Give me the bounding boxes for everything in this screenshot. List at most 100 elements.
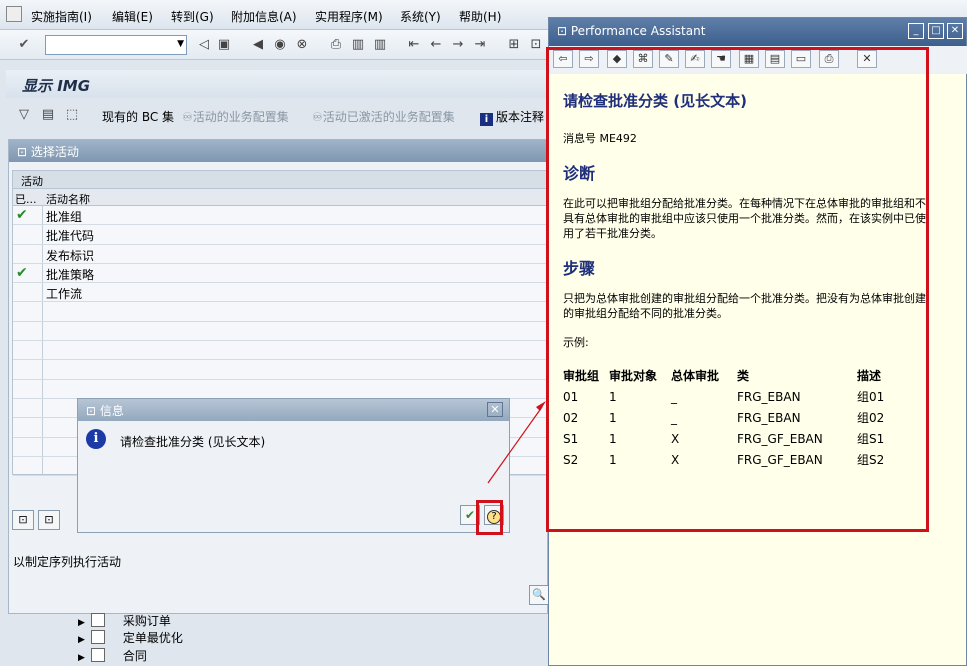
table-row[interactable]: ✔ 批准组 — [13, 206, 551, 226]
check-icon: ✔ — [16, 264, 28, 281]
tree-label: 定单最优化 — [122, 631, 183, 645]
expand-icon[interactable]: ▶ — [78, 635, 85, 645]
tree-label: 采购订单 — [122, 614, 171, 628]
menu-extras[interactable]: 附加信息(A) — [231, 8, 297, 25]
tree-item[interactable]: ▶ 采购订单 — [78, 612, 171, 629]
done-cell — [13, 398, 43, 418]
enter-icon[interactable]: ✔ — [16, 37, 32, 53]
menu-system[interactable]: 系统(Y) — [400, 8, 441, 25]
sap-system-icon[interactable] — [6, 6, 22, 22]
tree-item[interactable]: ▶ 定单最优化 — [78, 629, 183, 646]
done-cell — [13, 321, 43, 341]
info-icon: i — [480, 113, 493, 126]
highlight-box-help — [476, 500, 503, 535]
table-header: 已... 活动名称 — [13, 189, 551, 206]
print-icon[interactable]: ⎙ — [328, 37, 344, 53]
dialog-title: ⊡ 信息 — [78, 399, 509, 421]
first-page-icon[interactable]: ⇤ — [406, 37, 422, 53]
activity-name[interactable]: 批准策略 — [46, 266, 94, 283]
prev-page-icon[interactable]: ← — [428, 37, 444, 53]
application-toolbar: ▽ ▤ ⬚ 现有的 BC 集 ♾活动的业务配置集 ♾活动已激活的业务配置集 i版… — [6, 100, 546, 130]
export-icon[interactable]: ⬚ — [64, 107, 80, 123]
last-page-icon[interactable]: ⇥ — [472, 37, 488, 53]
expand-icon[interactable]: ▶ — [78, 653, 85, 663]
pa-title-bar: ⊡ Performance Assistant _ □ ✕ — [549, 18, 966, 46]
expand-icon[interactable]: ▶ — [78, 618, 85, 628]
new-session-icon[interactable]: ⊞ — [506, 37, 522, 53]
page-title: 显示 IMG — [22, 77, 91, 95]
table-row[interactable] — [13, 379, 551, 399]
bc-set-button[interactable]: 现有的 BC 集 — [102, 108, 174, 125]
close-icon[interactable]: ✕ — [947, 23, 963, 39]
detail-icon[interactable]: ▤ — [40, 107, 56, 123]
activity-name[interactable]: 发布标识 — [46, 247, 94, 264]
highlight-box-pa — [546, 47, 929, 532]
title-bar: 显示 IMG — [6, 70, 546, 98]
activity-name[interactable]: 工作流 — [46, 285, 82, 302]
table-row[interactable]: 工作流 — [13, 283, 551, 303]
panel-buttons: ⊡ ⊡ — [12, 510, 64, 530]
activated-bc-label: 活动已激活的业务配置集 — [322, 110, 455, 124]
execute-button[interactable]: ⊡ — [12, 510, 34, 530]
exit-icon[interactable]: ◉ — [272, 37, 288, 53]
done-cell — [13, 456, 43, 476]
copy-button[interactable]: ⊡ — [38, 510, 60, 530]
minimize-icon[interactable]: _ — [908, 23, 924, 39]
table-caption: 活动 — [13, 171, 551, 189]
pa-title: Performance Assistant — [570, 24, 706, 38]
menu-implementation-guide[interactable]: 实施指南(I) — [31, 8, 92, 25]
menu-goto[interactable]: 转到(G) — [171, 8, 214, 25]
document-icon — [90, 630, 105, 644]
menu-edit[interactable]: 编辑(E) — [112, 8, 153, 25]
maximize-icon[interactable]: □ — [928, 23, 944, 39]
col-done-header[interactable]: 已... — [15, 191, 37, 207]
table-row[interactable]: 发布标识 — [13, 244, 551, 264]
table-row[interactable] — [13, 341, 551, 361]
table-row[interactable] — [13, 360, 551, 380]
save-icon[interactable]: ▣ — [216, 37, 232, 53]
command-field[interactable]: ▼ — [45, 35, 187, 55]
chevron-down-icon[interactable]: ▼ — [177, 39, 184, 49]
done-cell — [13, 244, 43, 263]
info-dialog: ⊡ 信息 ✕ i 请检查批准分类 (见长文本) ✔ ? — [77, 398, 510, 533]
sequence-text: 以制定序列执行活动 — [13, 555, 122, 569]
table-row[interactable] — [13, 302, 551, 322]
version-note-label: 版本注释 — [496, 110, 545, 124]
shortcut-icon[interactable]: ⊡ — [528, 37, 544, 53]
tree-item[interactable]: ▶ 合同 — [78, 647, 147, 664]
done-cell — [13, 302, 43, 321]
version-note-button[interactable]: i 版本注释 — [480, 108, 544, 126]
panel-title-text: 选择活动 — [30, 145, 79, 159]
back-small-icon[interactable]: ◁ — [196, 37, 212, 53]
table-row[interactable] — [13, 321, 551, 342]
table-row[interactable]: ✔ 批准策略 — [13, 263, 551, 284]
find-icon[interactable]: ▥ — [350, 37, 366, 53]
done-cell — [13, 225, 43, 244]
table-row[interactable]: 批准代码 — [13, 225, 551, 245]
activated-bc-set-button[interactable]: ♾活动已激活的业务配置集 — [312, 108, 455, 125]
dialog-title-text: 信息 — [99, 404, 124, 418]
zoom-button[interactable]: 🔍 — [529, 585, 549, 605]
done-cell — [13, 283, 43, 302]
activity-name[interactable]: 批准组 — [46, 208, 82, 225]
document-icon — [90, 648, 105, 662]
find-next-icon[interactable]: ▥ — [372, 37, 388, 53]
col-name-header[interactable]: 活动名称 — [46, 191, 90, 207]
back-icon[interactable]: ◀ — [250, 37, 266, 53]
menu-utilities[interactable]: 实用程序(M) — [315, 8, 383, 25]
dialog-message: 请检查批准分类 (见长文本) — [120, 435, 266, 449]
next-page-icon[interactable]: → — [450, 37, 466, 53]
menu-help[interactable]: 帮助(H) — [459, 8, 501, 25]
done-cell — [13, 379, 43, 398]
done-cell — [13, 341, 43, 360]
select-activity-panel: ⊡ 选择活动 活动 已... 活动名称 ✔ 批准组批准代码发布标识 ✔ 批准策略工作流… — [8, 139, 552, 614]
activity-name[interactable]: 批准代码 — [46, 227, 94, 244]
tree-label: 合同 — [122, 649, 147, 663]
panel-title: ⊡ 选择活动 — [9, 140, 547, 162]
active-bc-set-button[interactable]: ♾活动的业务配置集 — [182, 108, 289, 125]
check-icon: ✔ — [16, 207, 28, 223]
active-bc-label: 活动的业务配置集 — [192, 110, 289, 124]
filter-icon[interactable]: ▽ — [16, 107, 32, 123]
info-icon: i — [86, 429, 106, 449]
cancel-icon[interactable]: ⊗ — [294, 37, 310, 53]
